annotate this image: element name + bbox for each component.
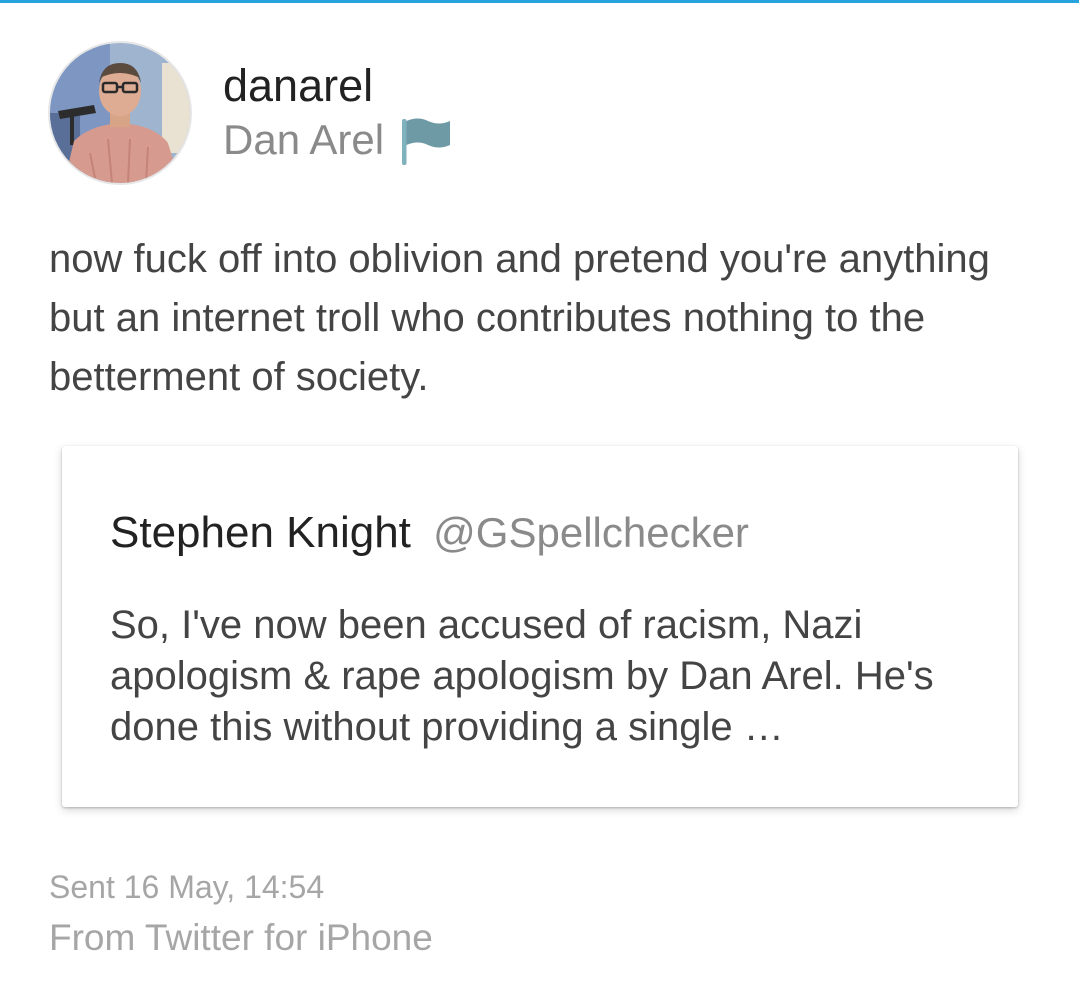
quoted-tweet-text: So, I've now been accused of racism, Naz… [110, 603, 934, 749]
quoted-tweet-header: Stephen Knight @GSpellchecker [110, 504, 978, 562]
username[interactable]: danarel [223, 61, 454, 111]
tweet-source: From Twitter for iPhone [49, 917, 433, 958]
quoted-author-handle: @GSpellchecker [433, 509, 749, 556]
display-name[interactable]: Dan Arel [223, 115, 384, 165]
tweet-author-header: danarel Dan Arel [50, 42, 454, 184]
tweet-text: now fuck off into oblivion and pretend y… [49, 237, 990, 399]
avatar[interactable] [50, 43, 190, 183]
sent-timestamp: Sent 16 May, 14:54 [49, 869, 325, 905]
display-name-row: Dan Arel [223, 115, 454, 165]
avatar-image [50, 43, 190, 183]
author-names: danarel Dan Arel [223, 42, 454, 184]
quoted-tweet-card[interactable]: Stephen Knight @GSpellchecker So, I've n… [62, 446, 1018, 807]
quoted-author-name: Stephen Knight [110, 508, 411, 557]
flag-icon [402, 118, 451, 165]
top-accent-bar [0, 0, 1079, 3]
